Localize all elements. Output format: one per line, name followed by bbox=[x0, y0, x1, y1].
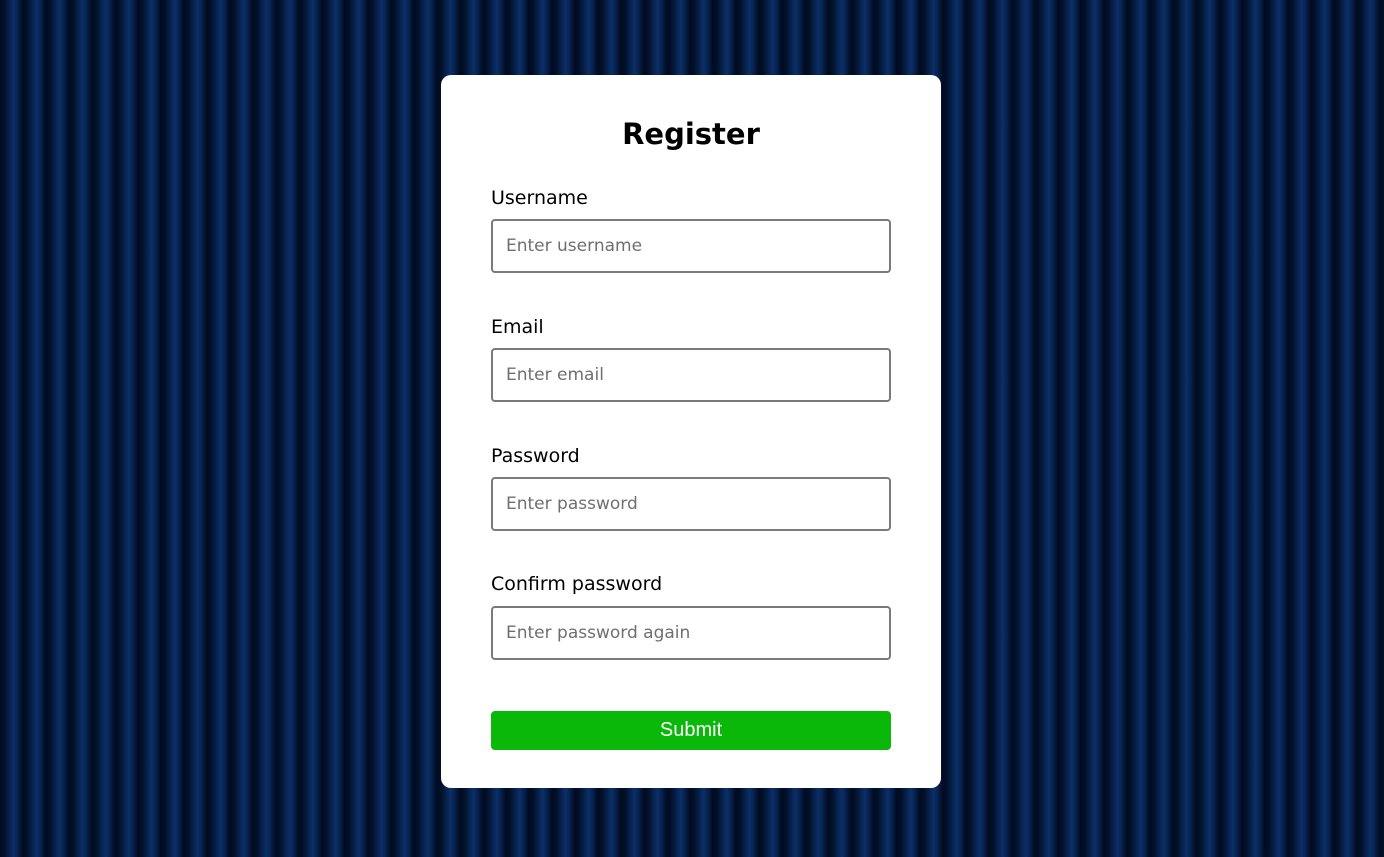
email-label: Email bbox=[491, 316, 544, 338]
password-label: Password bbox=[491, 445, 580, 467]
username-label: Username bbox=[491, 187, 588, 209]
register-card: Register Username Email Password Confirm… bbox=[441, 75, 941, 788]
confirm-password-input[interactable] bbox=[491, 606, 891, 660]
confirm-password-label: Confirm password bbox=[491, 573, 663, 595]
password-input[interactable] bbox=[491, 477, 891, 531]
username-input[interactable] bbox=[491, 219, 891, 273]
form-title: Register bbox=[622, 117, 760, 151]
submit-button[interactable]: Submit bbox=[491, 711, 891, 750]
email-input[interactable] bbox=[491, 348, 891, 402]
